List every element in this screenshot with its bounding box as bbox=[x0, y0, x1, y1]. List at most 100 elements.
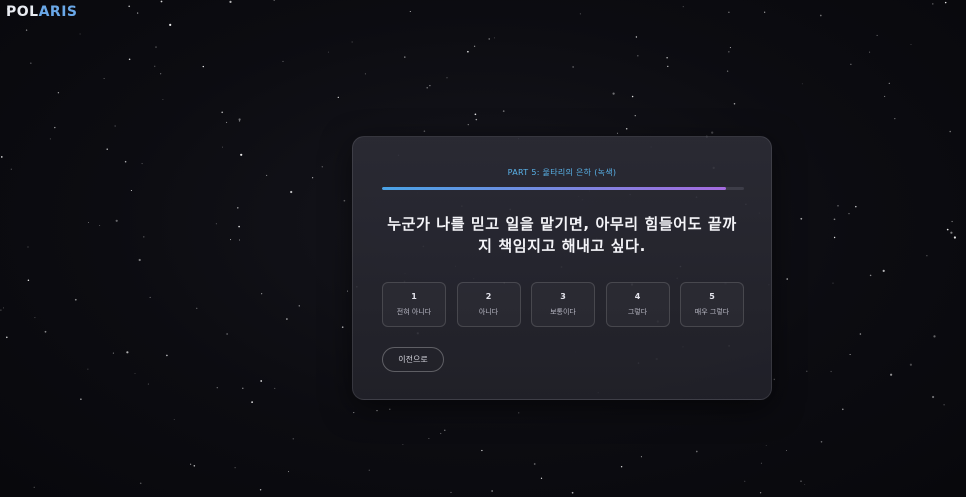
option-number: 2 bbox=[485, 292, 492, 301]
star bbox=[124, 160, 127, 163]
option-1-button[interactable]: 1 전혀 아니다 bbox=[382, 282, 446, 327]
answer-options: 1 전혀 아니다 2 아니다 3 보통이다 4 그렇다 5 매우 그렇다 bbox=[382, 282, 744, 327]
logo-text-main: POL bbox=[6, 4, 39, 20]
star bbox=[266, 174, 268, 176]
star bbox=[426, 87, 428, 89]
star bbox=[106, 148, 108, 150]
star bbox=[347, 290, 349, 292]
star bbox=[728, 11, 730, 13]
star bbox=[806, 370, 808, 372]
star bbox=[932, 395, 935, 399]
star bbox=[44, 330, 47, 333]
star bbox=[760, 462, 762, 464]
star bbox=[160, 73, 162, 75]
star bbox=[128, 5, 131, 8]
progress-bar-fill bbox=[382, 187, 726, 190]
star bbox=[884, 95, 886, 97]
star bbox=[138, 258, 141, 262]
star bbox=[481, 449, 483, 452]
option-label: 아니다 bbox=[478, 308, 499, 316]
star bbox=[640, 456, 642, 458]
star bbox=[804, 483, 806, 485]
polaris-logo[interactable]: POLARIS bbox=[6, 4, 78, 20]
star bbox=[933, 335, 936, 338]
star bbox=[215, 223, 217, 225]
star bbox=[488, 38, 490, 40]
option-label: 보통이다 bbox=[550, 308, 576, 316]
star bbox=[80, 398, 82, 400]
star bbox=[404, 56, 406, 58]
star bbox=[637, 54, 639, 57]
question-text: 누군가 나를 믿고 일을 맡기면, 아무리 힘들어도 끝까지 책임지고 해내고 … bbox=[387, 215, 737, 255]
star bbox=[130, 189, 132, 192]
star bbox=[33, 486, 35, 488]
star bbox=[137, 12, 139, 14]
star bbox=[162, 98, 164, 101]
star bbox=[364, 73, 366, 75]
star bbox=[728, 51, 730, 53]
star bbox=[196, 307, 198, 309]
option-2-button[interactable]: 2 아니다 bbox=[456, 282, 521, 327]
star bbox=[859, 333, 862, 335]
star bbox=[292, 438, 295, 440]
option-5-button[interactable]: 5 매우 그렇다 bbox=[680, 282, 744, 327]
star bbox=[103, 78, 105, 79]
star bbox=[99, 224, 101, 226]
star bbox=[274, 387, 276, 389]
star bbox=[850, 63, 852, 65]
star bbox=[238, 118, 241, 121]
star bbox=[259, 489, 262, 491]
star bbox=[773, 378, 776, 381]
star bbox=[764, 11, 766, 13]
progress-bar bbox=[382, 187, 744, 190]
star bbox=[833, 236, 836, 239]
star bbox=[193, 465, 196, 467]
star bbox=[169, 23, 172, 26]
star bbox=[216, 387, 218, 389]
star bbox=[112, 352, 114, 354]
star bbox=[759, 492, 762, 494]
star bbox=[143, 236, 145, 238]
star bbox=[953, 236, 957, 239]
star bbox=[474, 113, 477, 116]
star bbox=[711, 131, 714, 134]
star bbox=[440, 432, 442, 435]
option-4-button[interactable]: 4 그렇다 bbox=[605, 282, 670, 327]
star bbox=[260, 380, 263, 382]
star bbox=[134, 373, 136, 375]
star bbox=[944, 1, 947, 4]
star bbox=[238, 225, 240, 228]
star bbox=[729, 47, 731, 49]
star bbox=[882, 269, 885, 272]
star bbox=[946, 228, 949, 231]
star bbox=[114, 125, 116, 127]
star bbox=[833, 218, 836, 221]
star bbox=[126, 351, 129, 354]
star bbox=[910, 43, 912, 45]
star bbox=[932, 3, 934, 5]
star bbox=[221, 111, 224, 114]
star bbox=[27, 246, 29, 248]
star bbox=[222, 146, 223, 148]
star bbox=[351, 41, 353, 43]
previous-button[interactable]: 이전으로 bbox=[382, 347, 444, 372]
star bbox=[242, 387, 244, 390]
star bbox=[402, 443, 404, 445]
star bbox=[617, 132, 618, 134]
star bbox=[888, 82, 890, 85]
star bbox=[273, 0, 275, 1]
star bbox=[312, 177, 314, 179]
star bbox=[343, 199, 346, 202]
star bbox=[202, 65, 204, 68]
option-3-button[interactable]: 3 보통이다 bbox=[531, 282, 595, 327]
star bbox=[237, 207, 239, 209]
star bbox=[733, 103, 736, 105]
star bbox=[502, 110, 505, 112]
star bbox=[27, 279, 30, 281]
star bbox=[579, 13, 581, 15]
star bbox=[473, 45, 476, 47]
star bbox=[353, 412, 355, 414]
star bbox=[475, 118, 478, 121]
star bbox=[801, 83, 803, 85]
star bbox=[34, 317, 36, 319]
